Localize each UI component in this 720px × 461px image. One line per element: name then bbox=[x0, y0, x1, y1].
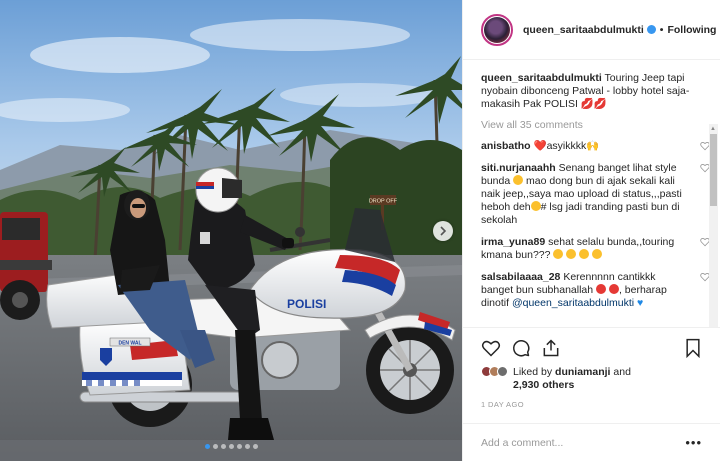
carousel-dot bbox=[236, 444, 242, 449]
carousel-dot bbox=[244, 444, 250, 449]
chevron-right-icon bbox=[440, 226, 447, 236]
caption: queen_saritaabdulmukti Touring Jeep tapi… bbox=[481, 72, 692, 111]
lips-emoji: 💋💋 bbox=[580, 98, 607, 110]
photo-sign-text: DROP OFF bbox=[369, 199, 398, 205]
smile-emoji-icon bbox=[579, 249, 590, 259]
like-heart-icon[interactable] bbox=[481, 338, 501, 358]
share-icon[interactable] bbox=[541, 338, 561, 358]
verified-icon bbox=[646, 25, 656, 34]
post-actions: Liked by duniamanji and 2,930 others 1 D… bbox=[463, 327, 720, 423]
comment-item: anisbatho ❤️asyikkkk🙌 bbox=[481, 140, 710, 153]
carousel-indicator bbox=[0, 444, 462, 449]
heart-eyes-emoji-icon bbox=[596, 284, 607, 294]
following-button[interactable]: Following bbox=[667, 24, 716, 36]
view-all-comments-link[interactable]: View all 35 comments bbox=[481, 119, 692, 131]
caption-username[interactable]: queen_saritaabdulmukti bbox=[481, 72, 602, 84]
follow-separator: • bbox=[659, 23, 664, 36]
more-options-icon[interactable]: ••• bbox=[685, 435, 702, 450]
comment-input[interactable] bbox=[481, 436, 686, 449]
likes-count-link[interactable]: 2,930 others bbox=[513, 379, 574, 391]
comment-username[interactable]: salsabilaaaa_28 bbox=[481, 271, 560, 283]
comment-emoji: 🙌 bbox=[586, 140, 600, 152]
carousel-next-button[interactable] bbox=[433, 221, 453, 241]
liker-username[interactable]: duniamanji bbox=[555, 366, 610, 378]
carousel-dot bbox=[252, 444, 258, 449]
comment-text: asyikkkk bbox=[546, 140, 587, 152]
photo-bag-text: DEN WAL bbox=[118, 341, 141, 347]
comment-emoji: ❤️ bbox=[533, 140, 547, 152]
carousel-dot bbox=[228, 444, 234, 449]
post-date[interactable]: 1 DAY AGO bbox=[481, 400, 702, 409]
liker-avatar[interactable] bbox=[497, 366, 508, 377]
smile-emoji-icon bbox=[592, 249, 603, 259]
heart-eyes-emoji-icon bbox=[608, 284, 619, 294]
smile-emoji-icon bbox=[553, 249, 564, 259]
likes-and: and bbox=[613, 366, 631, 378]
avatar[interactable] bbox=[481, 13, 513, 46]
scroll-up-icon[interactable]: ▲ bbox=[710, 126, 716, 132]
post-side-panel: queen_saritaabdulmukti • Following queen… bbox=[462, 0, 720, 461]
likes-text: Liked by duniamanji and 2,930 others bbox=[513, 366, 631, 392]
comments-scrollbar[interactable]: ▲ bbox=[709, 124, 718, 327]
comments-list[interactable]: queen_saritaabdulmukti Touring Jeep tapi… bbox=[463, 60, 720, 327]
comment-mention-link[interactable]: @queen_saritaabdulmukti bbox=[512, 297, 634, 309]
header-username[interactable]: queen_saritaabdulmukti bbox=[523, 24, 644, 36]
likes-row: Liked by duniamanji and 2,930 others bbox=[481, 366, 702, 392]
carousel-dot bbox=[212, 444, 218, 449]
likes-prefix: Liked by bbox=[513, 366, 553, 378]
scrollbar-thumb[interactable] bbox=[710, 134, 717, 206]
comment-item: irma_yuna89 sehat selalu bunda,,touring … bbox=[481, 236, 710, 262]
comment-item: salsabilaaaa_28 Kerennnnn cantikkk bange… bbox=[481, 271, 710, 310]
grin-emoji-icon bbox=[530, 201, 541, 211]
comment-username[interactable]: anisbatho bbox=[481, 140, 531, 152]
comment-icon[interactable] bbox=[511, 338, 531, 358]
photo-scene: DROP OFF DEN WAL POLISI bbox=[0, 0, 462, 461]
carousel-dot bbox=[204, 444, 210, 449]
comment-username[interactable]: siti.nurjanaahh bbox=[481, 162, 556, 174]
comment-item: siti.nurjanaahh Senang banget lihat styl… bbox=[481, 162, 710, 227]
post-photo[interactable]: DROP OFF DEN WAL POLISI bbox=[0, 0, 462, 461]
photo-plate-text: POLISI bbox=[287, 297, 326, 311]
carousel-dot bbox=[220, 444, 226, 449]
add-comment-bar: ••• bbox=[463, 423, 720, 461]
bookmark-icon[interactable] bbox=[684, 338, 702, 358]
smile-emoji-icon bbox=[513, 175, 524, 185]
comment-username[interactable]: irma_yuna89 bbox=[481, 236, 545, 248]
smile-emoji-icon bbox=[566, 249, 577, 259]
instagram-post: DROP OFF DEN WAL POLISI queen_saritaabdu… bbox=[0, 0, 720, 461]
blue-heart-icon: ♥ bbox=[637, 297, 644, 309]
post-header: queen_saritaabdulmukti • Following bbox=[463, 0, 720, 60]
